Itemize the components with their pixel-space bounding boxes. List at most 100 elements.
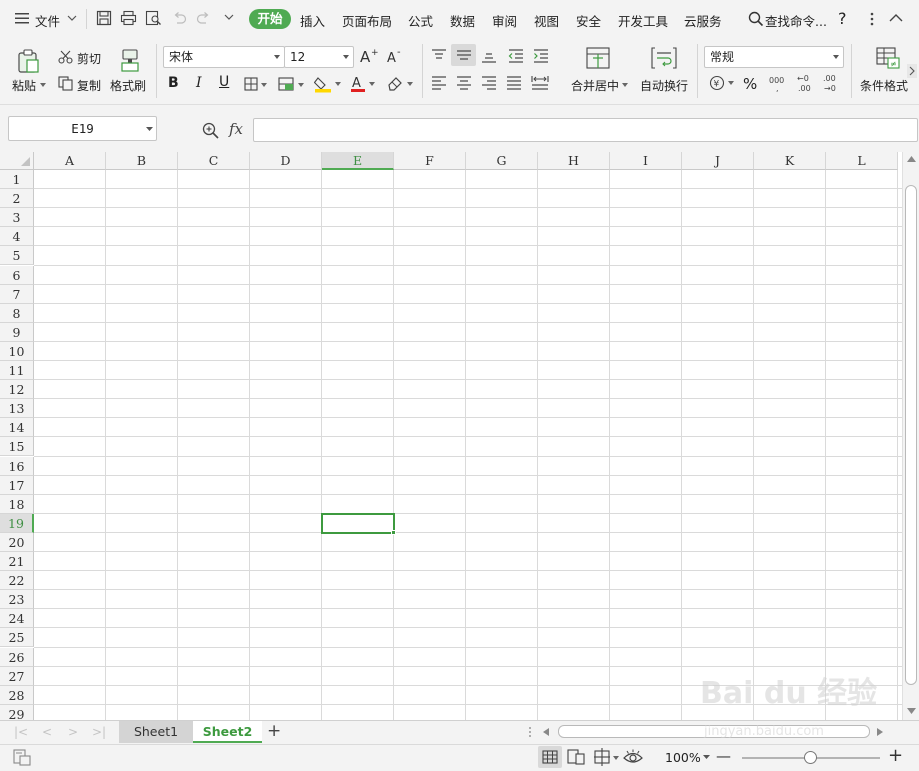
name-box-dropdown-icon[interactable] xyxy=(146,127,153,132)
scroll-left-icon[interactable] xyxy=(543,728,549,736)
row-header[interactable]: 10 xyxy=(0,341,34,361)
cut-button[interactable]: 剪切 xyxy=(77,50,101,67)
normal-view-button[interactable] xyxy=(538,746,562,768)
search-commands[interactable]: 查找命令... xyxy=(765,11,827,30)
selected-cell[interactable] xyxy=(321,512,395,534)
zoom-out-button[interactable]: — xyxy=(716,747,731,765)
row-header[interactable]: 13 xyxy=(0,399,34,419)
row-header[interactable]: 29 xyxy=(0,704,34,720)
increase-font-size-icon[interactable]: A + xyxy=(360,48,378,64)
decrease-indent-icon[interactable] xyxy=(508,49,524,63)
collapse-ribbon-icon[interactable] xyxy=(889,13,903,22)
currency-icon[interactable]: ¥ xyxy=(709,75,737,91)
redo-icon[interactable] xyxy=(196,11,211,25)
row-header[interactable]: 2 xyxy=(0,189,34,209)
row-header[interactable]: 16 xyxy=(0,456,34,476)
first-sheet-icon[interactable]: |< xyxy=(14,725,28,739)
page-break-preview-icon[interactable] xyxy=(567,749,585,765)
format-painter-icon[interactable] xyxy=(119,48,141,72)
file-menu[interactable]: 文件 xyxy=(35,11,60,30)
sheet-tab-sheet1[interactable]: Sheet1 xyxy=(119,721,193,743)
wrap-text-button[interactable]: 自动换行 xyxy=(640,77,688,94)
fill-color-icon[interactable] xyxy=(314,75,342,93)
name-box[interactable]: E19 xyxy=(8,116,157,141)
fill-handle[interactable] xyxy=(391,529,396,535)
tab-page-layout[interactable]: 页面布局 xyxy=(342,11,392,30)
tab-formulas[interactable]: 公式 xyxy=(408,11,433,30)
spreadsheet-grid[interactable]: ABCDEFGHIJKL 1 2 3 4 5 6 7 8 9 10 11 12 13 14 15 16 17 18… xyxy=(0,152,919,720)
print-icon[interactable] xyxy=(120,10,137,26)
format-painter-button[interactable]: 格式刷 xyxy=(110,77,146,94)
percent-button[interactable]: % xyxy=(743,75,757,93)
ribbon-scroll-right-icon[interactable] xyxy=(907,64,917,78)
column-header[interactable]: I xyxy=(610,152,682,170)
italic-button[interactable]: I xyxy=(196,75,202,91)
more-options-icon[interactable] xyxy=(870,12,874,26)
row-header[interactable]: 9 xyxy=(0,322,34,342)
row-header[interactable]: 21 xyxy=(0,552,34,572)
tab-developer[interactable]: 开发工具 xyxy=(618,11,668,30)
column-header[interactable]: D xyxy=(250,152,322,170)
column-header[interactable]: H xyxy=(538,152,610,170)
print-preview-icon[interactable] xyxy=(145,10,162,26)
row-header[interactable]: 4 xyxy=(0,227,34,247)
eye-protection-icon[interactable] xyxy=(623,749,643,765)
decrease-decimal-icon[interactable]: .00 →0 xyxy=(822,73,842,93)
tab-splitter-icon[interactable] xyxy=(528,726,532,738)
column-header[interactable]: E xyxy=(322,152,394,170)
zoom-in-button[interactable]: + xyxy=(888,745,903,766)
row-header[interactable]: 24 xyxy=(0,609,34,629)
wrap-text-icon[interactable] xyxy=(651,47,677,69)
row-header[interactable]: 22 xyxy=(0,571,34,591)
tab-home[interactable]: 开始 xyxy=(249,9,291,29)
row-header[interactable]: 19 xyxy=(0,513,34,533)
prev-sheet-icon[interactable]: < xyxy=(42,725,52,739)
paste-icon[interactable] xyxy=(15,48,41,74)
formula-input[interactable] xyxy=(253,118,918,142)
row-header[interactable]: 11 xyxy=(0,361,34,381)
scissors-icon[interactable] xyxy=(58,50,73,64)
row-header[interactable]: 20 xyxy=(0,532,34,552)
select-all-corner[interactable] xyxy=(0,152,34,170)
number-format-select[interactable]: 常规 xyxy=(704,46,844,68)
copy-button[interactable]: 复制 xyxy=(77,77,101,94)
column-header[interactable]: C xyxy=(178,152,250,170)
row-header[interactable]: 27 xyxy=(0,666,34,686)
row-header[interactable]: 15 xyxy=(0,437,34,457)
save-icon[interactable] xyxy=(96,10,112,26)
align-middle-button[interactable] xyxy=(451,44,476,66)
align-top-icon[interactable] xyxy=(431,49,447,63)
add-sheet-button[interactable]: + xyxy=(267,721,281,741)
tab-data[interactable]: 数据 xyxy=(450,11,475,30)
tab-security[interactable]: 安全 xyxy=(576,11,601,30)
paste-button[interactable]: 粘贴 xyxy=(12,77,36,94)
row-header[interactable]: 17 xyxy=(0,475,34,495)
row-header[interactable]: 18 xyxy=(0,494,34,514)
thousands-separator-icon[interactable]: 000, xyxy=(768,74,788,92)
macro-record-icon[interactable] xyxy=(13,749,31,766)
conditional-format-button[interactable]: 条件格式 xyxy=(860,77,908,94)
zoom-slider-knob[interactable] xyxy=(804,751,817,764)
horizontal-scroll-thumb[interactable] xyxy=(558,725,870,738)
zoom-level[interactable]: 100% xyxy=(665,750,701,765)
row-header[interactable]: 6 xyxy=(0,265,34,285)
column-header[interactable]: G xyxy=(466,152,538,170)
zoom-dropdown-icon[interactable] xyxy=(703,755,710,760)
increase-indent-icon[interactable] xyxy=(533,49,549,63)
paste-dropdown-icon[interactable] xyxy=(40,83,46,87)
column-header[interactable]: J xyxy=(682,152,754,170)
justify-icon[interactable] xyxy=(506,76,522,90)
row-header[interactable]: 26 xyxy=(0,647,34,667)
undo-icon[interactable] xyxy=(172,11,187,25)
scroll-right-icon[interactable] xyxy=(877,728,883,736)
row-header[interactable]: 8 xyxy=(0,303,34,323)
quick-access-dropdown-icon[interactable] xyxy=(224,14,234,22)
align-right-icon[interactable] xyxy=(481,76,497,90)
column-header[interactable]: K xyxy=(754,152,826,170)
insert-function-button[interactable]: fx xyxy=(229,120,243,138)
align-bottom-icon[interactable] xyxy=(481,49,497,63)
hamburger-menu-icon[interactable] xyxy=(15,12,29,24)
chevron-down-icon[interactable] xyxy=(67,15,77,22)
tab-view[interactable]: 视图 xyxy=(534,11,559,30)
column-header[interactable]: F xyxy=(394,152,466,170)
